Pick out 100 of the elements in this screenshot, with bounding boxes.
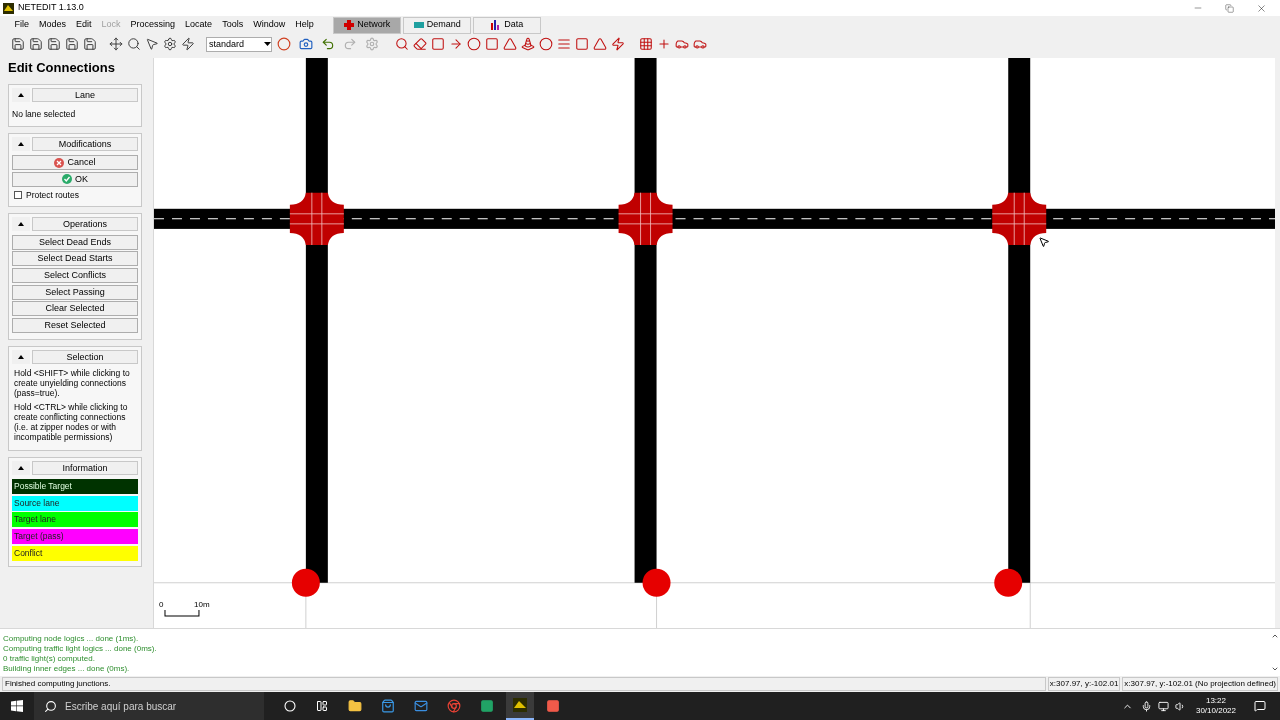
network-icon[interactable] <box>1157 700 1169 712</box>
toolbar-icon[interactable] <box>163 37 177 51</box>
app-icon[interactable] <box>480 699 494 713</box>
microphone-icon[interactable] <box>1140 700 1152 712</box>
toolbar-icon[interactable] <box>593 37 607 51</box>
dropdown-caret-icon <box>264 42 271 46</box>
menu-item[interactable]: File <box>12 18 32 32</box>
active-app-icon[interactable] <box>506 692 534 720</box>
panel-button[interactable]: Cancel <box>12 155 138 171</box>
panel-button[interactable]: Select Conflicts <box>12 268 138 284</box>
toolbar-icon[interactable] <box>449 37 463 51</box>
collapse-button[interactable] <box>12 460 30 475</box>
menu-item[interactable]: Tools <box>219 18 246 32</box>
task-view-icon[interactable] <box>316 700 328 712</box>
volume-icon[interactable] <box>1174 700 1186 712</box>
toolbar-icon[interactable] <box>65 37 79 51</box>
legend-item: Target (pass) <box>12 528 138 544</box>
legend-item: Conflict <box>12 545 138 561</box>
toolbar-icon[interactable] <box>145 37 159 51</box>
toolbar-icon[interactable] <box>467 37 481 51</box>
toolbar-icon[interactable] <box>539 37 553 51</box>
menu-item[interactable]: Window <box>250 18 288 32</box>
scroll-down-icon[interactable] <box>1271 665 1279 673</box>
camera-icon[interactable] <box>299 37 313 51</box>
toolbar-icon[interactable] <box>675 37 689 51</box>
log-line: 0 traffic light(s) computed. <box>3 654 96 664</box>
mode-tab[interactable]: Demand <box>403 16 472 34</box>
mode-tab[interactable]: Data <box>473 16 542 34</box>
app-icon[interactable] <box>546 699 560 713</box>
browser-icon[interactable] <box>447 699 461 713</box>
coordinates-field: x:307.97, y:-102.01 <box>1047 677 1121 691</box>
close-icon[interactable] <box>1256 2 1267 14</box>
search-icon <box>44 699 57 713</box>
legend-item: Source lane <box>12 495 138 511</box>
collapse-button[interactable] <box>12 137 30 152</box>
notifications-icon[interactable] <box>1254 700 1266 712</box>
toolbar-icon[interactable] <box>521 37 535 51</box>
app-logo-icon <box>3 2 14 14</box>
toolbar-icon[interactable] <box>181 37 195 51</box>
toolbar-icon[interactable] <box>127 37 141 51</box>
toolbar-icon[interactable] <box>395 37 409 51</box>
collapse-button[interactable] <box>12 349 30 364</box>
panel-button[interactable]: OK <box>12 171 138 187</box>
protect-routes-checkbox[interactable] <box>14 191 22 200</box>
scroll-up-icon[interactable] <box>1271 632 1279 640</box>
clock[interactable]: 13:22 30/10/2022 <box>1195 696 1236 716</box>
file-explorer-icon[interactable] <box>348 699 362 713</box>
menu-item[interactable]: Edit <box>73 18 95 32</box>
menu-item[interactable]: Help <box>292 18 317 32</box>
log-line: Computing node logics ... done (1ms). <box>3 634 140 644</box>
accept-icon <box>62 174 72 185</box>
toolbar-icon[interactable] <box>693 37 707 51</box>
legend-item: Target lane <box>12 512 138 528</box>
start-icon[interactable] <box>11 700 23 712</box>
toolbar-icon[interactable] <box>639 37 653 51</box>
menu-item[interactable]: Locate <box>182 18 215 32</box>
undo-icon[interactable] <box>321 37 335 51</box>
checkbox-label: Protect routes <box>26 188 79 202</box>
cross-icon <box>344 20 355 30</box>
help-text: Hold <SHIFT> while clicking to create unyielding connections (pass=true). <box>13 367 131 398</box>
toolbar-icon[interactable] <box>503 37 517 51</box>
collapse-arrow-icon <box>18 92 24 97</box>
menu-item[interactable]: Processing <box>128 18 178 32</box>
network-canvas[interactable]: 0 10m <box>153 58 1275 628</box>
toolbar-icon[interactable] <box>485 37 499 51</box>
panel-button[interactable]: Select Passing <box>12 284 138 300</box>
taskbar-search-field[interactable]: Escribe aquí para buscar <box>34 692 264 720</box>
log-line: Computing traffic light logics ... done (0ms). <box>3 644 158 654</box>
toolbar-icon[interactable] <box>109 37 123 51</box>
toolbar-icon[interactable] <box>47 37 61 51</box>
panel-button[interactable]: Select Dead Ends <box>12 234 138 250</box>
toolbar-icon[interactable] <box>575 37 589 51</box>
section-title: Modifications <box>32 137 138 152</box>
toolbar-icon[interactable] <box>11 37 25 51</box>
collapse-button[interactable] <box>12 87 30 102</box>
toolbar-icon[interactable] <box>413 37 427 51</box>
scheme-select[interactable]: standard <box>206 36 272 52</box>
collapse-button[interactable] <box>12 216 30 231</box>
mode-tab[interactable]: Network <box>333 16 402 34</box>
section-title: Lane <box>32 87 138 102</box>
scale-label: 0 <box>159 599 164 611</box>
panel-button[interactable]: Clear Selected <box>12 301 138 317</box>
bar-chart-icon <box>491 20 502 30</box>
panel-button[interactable]: Reset Selected <box>12 318 138 334</box>
toolbar-icon[interactable] <box>431 37 445 51</box>
toolbar-icon[interactable] <box>29 37 43 51</box>
cortana-icon[interactable] <box>284 700 296 712</box>
scale-label: 10m <box>194 599 210 611</box>
panel-button[interactable]: Select Dead Starts <box>12 251 138 267</box>
menu-item[interactable]: Modes <box>36 18 69 32</box>
toolbar-icon[interactable] <box>611 37 625 51</box>
section-title: Operations <box>32 216 138 231</box>
store-icon[interactable] <box>381 699 395 713</box>
mouse-cursor-icon <box>1038 236 1050 248</box>
toolbar-icon[interactable] <box>83 37 97 51</box>
mail-icon[interactable] <box>414 699 428 713</box>
collapse-arrow-icon <box>18 354 24 359</box>
section-title: Information <box>32 460 138 475</box>
log-line: Building inner edges ... done (0ms). <box>3 664 131 674</box>
collapse-arrow-icon <box>18 465 24 470</box>
